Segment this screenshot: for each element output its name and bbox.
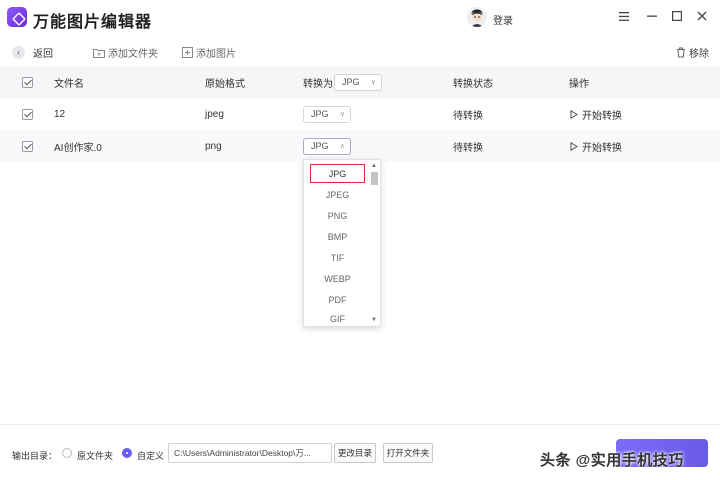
watermark-text: 头条 @实用手机技巧 — [540, 452, 684, 469]
scroll-down-arrow-icon[interactable]: ▼ — [370, 316, 378, 324]
play-icon — [570, 141, 578, 151]
header-original-format: 原始格式 — [205, 78, 245, 90]
dropdown-option[interactable]: BMP — [304, 226, 371, 247]
user-avatar[interactable] — [467, 7, 487, 27]
start-convert-button[interactable]: 开始转换 — [570, 98, 622, 130]
checkbox-box — [22, 76, 33, 88]
dropdown-scrollbar[interactable]: ▲ ▼ — [370, 162, 378, 324]
start-convert-label: 开始转换 — [582, 110, 622, 122]
dropdown-option[interactable]: GIF — [304, 310, 371, 326]
dropdown-option[interactable]: WEBP — [304, 268, 371, 289]
dropdown-option[interactable]: PDF — [304, 289, 371, 310]
minimize-icon[interactable] — [645, 9, 659, 23]
row-original-format: jpeg — [205, 108, 224, 120]
dropdown-option[interactable]: TIF — [304, 247, 371, 268]
select-value: JPG — [311, 109, 329, 119]
menu-icon[interactable] — [617, 9, 631, 23]
row-original-format: png — [205, 140, 222, 152]
add-folder-icon — [93, 48, 105, 58]
header-filename: 文件名 — [54, 78, 84, 90]
dropdown-option[interactable]: PNG — [304, 205, 371, 226]
format-dropdown-list: JPG JPEG PNG BMP TIF WEBP PDF GIF ▲ ▼ — [303, 159, 381, 327]
maximize-icon[interactable] — [670, 9, 684, 23]
table-row[interactable]: AI创作家.0 png JPG ∧ 待转换 开始转换 — [0, 130, 720, 162]
close-icon[interactable] — [695, 9, 709, 23]
row-status: 待转换 — [453, 110, 483, 122]
radio-custom[interactable] — [122, 448, 132, 458]
radio-original-folder-label[interactable]: 原文件夹 — [77, 449, 113, 462]
output-directory-label: 输出目录： — [12, 451, 58, 461]
output-path-input[interactable]: C:\Users\Administrator\Desktop\万... — [168, 443, 332, 463]
row-checkbox[interactable] — [22, 98, 33, 130]
select-box: JPG ∧ — [303, 137, 351, 155]
start-convert-label: 开始转换 — [582, 142, 622, 154]
chevron-down-icon: ∨ — [370, 79, 376, 86]
select-value: JPG — [311, 141, 329, 151]
start-convert-button[interactable]: 开始转换 — [570, 130, 622, 162]
header-convert-to: 转换为 — [303, 78, 333, 90]
row-convert-select[interactable]: JPG ∧ — [303, 130, 351, 162]
chevron-down-icon: ∨ — [339, 111, 345, 118]
select-box: JPG ∨ — [334, 73, 382, 91]
toolbar: ‹ 返回 添加文件夹 添加图片 移除 — [0, 36, 720, 66]
row-filename: 12 — [54, 108, 66, 120]
dropdown-option[interactable]: JPEG — [304, 184, 371, 205]
table-row[interactable]: 12 jpeg JPG ∨ 待转换 开始转换 — [0, 98, 720, 130]
app-logo-icon — [7, 7, 27, 27]
chevron-left-icon: ‹ — [12, 46, 25, 59]
play-icon — [570, 109, 578, 119]
add-image-label: 添加图片 — [196, 49, 236, 60]
change-directory-button[interactable]: 更改目录 — [334, 443, 376, 463]
table-header: 文件名 原始格式 转换为 JPG ∨ 转换状态 操作 — [0, 66, 720, 98]
dropdown-option[interactable]: JPG — [310, 164, 365, 183]
chevron-up-icon: ∧ — [339, 143, 345, 150]
select-value: JPG — [342, 77, 360, 87]
remove-button[interactable]: 移除 — [676, 45, 709, 60]
select-all-checkbox[interactable] — [22, 66, 33, 98]
checkbox-box — [22, 108, 33, 120]
add-folder-button[interactable]: 添加文件夹 — [93, 45, 158, 60]
remove-label: 移除 — [689, 49, 709, 60]
app-title: 万能图片编辑器 — [33, 14, 153, 31]
scrollbar-thumb[interactable] — [371, 172, 378, 185]
radio-custom-label[interactable]: 自定义 — [137, 449, 164, 462]
header-status: 转换状态 — [453, 78, 493, 90]
checkbox-box — [22, 140, 33, 152]
row-status: 待转换 — [453, 142, 483, 154]
row-convert-select[interactable]: JPG ∨ — [303, 98, 351, 130]
scroll-up-arrow-icon[interactable]: ▲ — [370, 162, 378, 170]
radio-original-folder[interactable] — [62, 448, 72, 458]
header-action: 操作 — [569, 78, 589, 90]
add-image-button[interactable]: 添加图片 — [182, 45, 236, 60]
back-button[interactable]: ‹ 返回 — [12, 45, 53, 60]
add-folder-label: 添加文件夹 — [108, 49, 158, 60]
login-link[interactable]: 登录 — [493, 12, 513, 27]
row-filename: AI创作家.0 — [54, 142, 102, 154]
title-bar: 万能图片编辑器 登录 — [0, 0, 720, 36]
select-box: JPG ∨ — [303, 105, 351, 123]
trash-icon — [677, 47, 685, 58]
back-label: 返回 — [33, 49, 53, 60]
open-folder-button[interactable]: 打开文件夹 — [383, 443, 433, 463]
row-checkbox[interactable] — [22, 130, 33, 162]
convert-all-select[interactable]: JPG ∨ — [334, 66, 382, 98]
add-image-icon — [182, 47, 193, 58]
